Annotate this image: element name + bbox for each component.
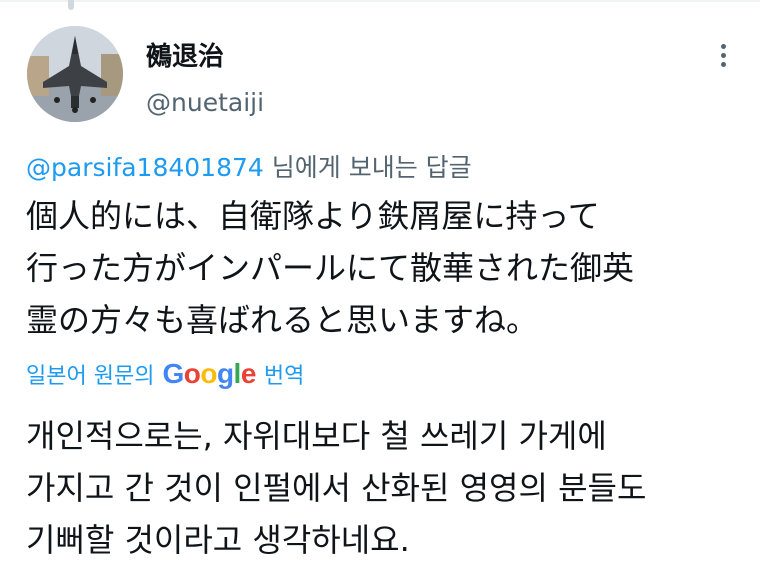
top-divider: [0, 0, 760, 2]
display-name[interactable]: 鵺退治: [146, 36, 224, 73]
avatar[interactable]: [27, 26, 123, 122]
translated-text-line: 가지고 간 것이 인펄에서 산화된 영영의 분들도: [26, 469, 647, 507]
tweet-text-line: 霊の方々も喜ばれると思いますね。: [26, 301, 539, 339]
user-handle[interactable]: @nuetaiji: [146, 88, 264, 117]
reply-context: @parsifa18401874 님에게 보내는 답글: [26, 148, 472, 184]
tweet-text-line: 行った方がインパールにて散華された御英: [26, 249, 635, 287]
tweet-text-line: 個人的には、自衛隊より鉄屑屋に持って: [26, 197, 600, 235]
more-options-icon[interactable]: [712, 44, 734, 70]
google-logo: Google: [162, 358, 256, 389]
translation-attribution[interactable]: 일본어 원문의 Google 번역: [26, 358, 304, 390]
reply-mention-link[interactable]: @parsifa18401874: [26, 153, 264, 182]
fighter-jet-avatar-icon: [27, 26, 123, 122]
translate-suffix: 번역: [263, 364, 305, 389]
tweet-text: 個人的には、自衛隊より鉄屑屋に持って 行った方がインパールにて散華された御英 霊…: [26, 190, 746, 346]
translated-text: 개인적으로는, 자위대보다 철 쓰레기 가게에 가지고 간 것이 인펄에서 산화…: [26, 410, 746, 566]
reply-suffix: 님에게 보내는 답글: [263, 153, 472, 182]
translated-text-line: 기뻐할 것이라고 생각하네요.: [26, 521, 410, 559]
translate-prefix: 일본어 원문의: [26, 364, 155, 389]
thread-line: [68, 0, 74, 10]
translated-text-line: 개인적으로는, 자위대보다 철 쓰레기 가게에: [26, 417, 607, 455]
